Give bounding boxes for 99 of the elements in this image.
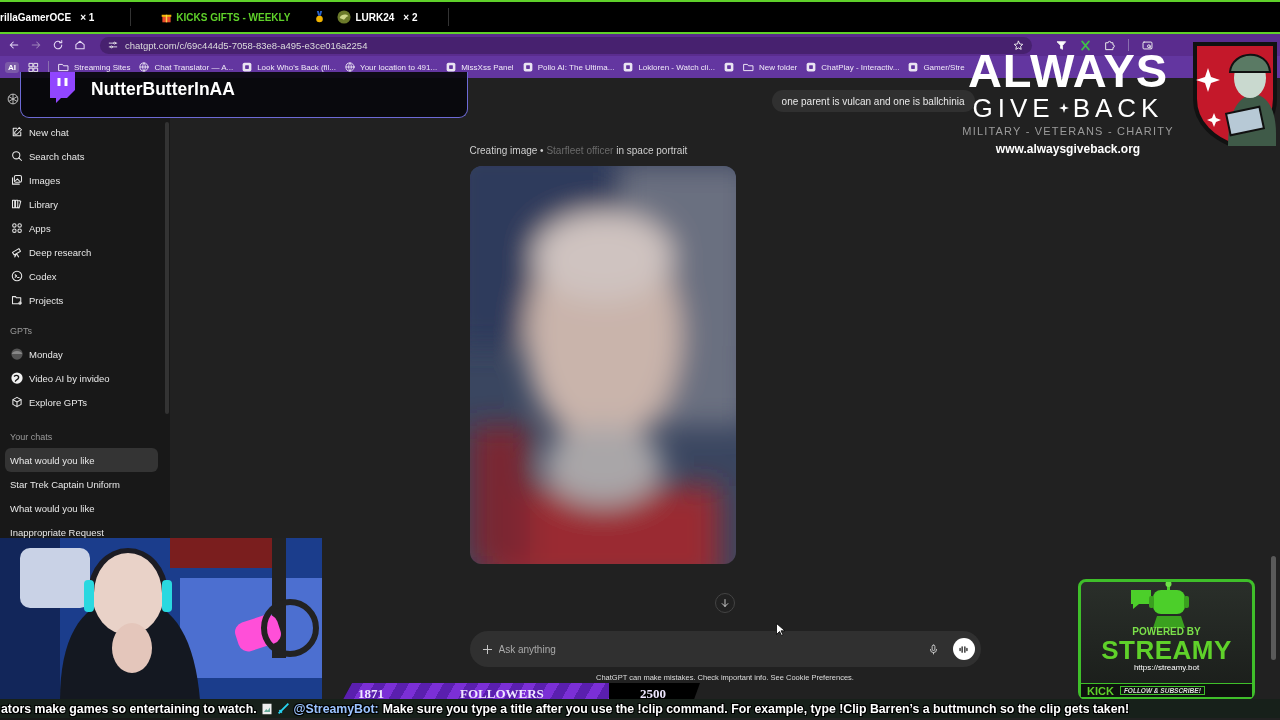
user-label: rillaGamerOCE xyxy=(0,11,72,23)
search-icon xyxy=(11,150,23,162)
follower-count: 1871 xyxy=(358,686,384,702)
image-status: Creating image • Starfleet officer in space portrait xyxy=(469,145,688,157)
home-icon xyxy=(74,39,86,51)
gpt-item[interactable]: Monday xyxy=(0,342,170,366)
site-icon xyxy=(724,62,735,72)
nav-item[interactable]: Codex xyxy=(0,264,170,288)
logo-word: GIVE xyxy=(972,94,1055,122)
nav-item[interactable]: Projects xyxy=(0,288,170,312)
section-heading: Your chats xyxy=(9,431,54,444)
books-icon xyxy=(11,198,23,210)
medal-icon xyxy=(314,11,326,23)
ticker-text: Make sure you type a title after you use the !clip command. For example, type !Clip Barren’s a buttmunch so the clip gets taken! xyxy=(382,701,1130,716)
section-heading: GPTs xyxy=(9,325,33,338)
platform-label: KICK xyxy=(1087,684,1114,697)
forward-icon xyxy=(30,39,42,51)
bookmark[interactable]: ChatPlay - Interactiv... xyxy=(806,62,900,72)
multiplier-count: × 2 xyxy=(403,11,418,23)
bookmark[interactable]: Look Who's Back (fil... xyxy=(242,62,337,72)
globe-icon xyxy=(345,62,356,72)
apps-icon xyxy=(11,222,23,234)
site-icon xyxy=(623,62,634,72)
sparkle-icon xyxy=(1058,103,1069,113)
twitch-logo-icon xyxy=(47,72,75,103)
site-icon xyxy=(908,62,919,72)
bookmark[interactable]: Chat Translator — A... xyxy=(139,62,234,72)
message-composer[interactable]: Ask anything xyxy=(469,631,981,667)
lurk-label: LURK24 xyxy=(355,11,395,23)
scrollbar-thumb[interactable] xyxy=(1271,556,1276,660)
microphone-button[interactable] xyxy=(927,643,939,655)
avatar-icon xyxy=(337,10,352,24)
bookmark[interactable]: Gamer/Stre xyxy=(908,62,965,72)
gpt-item[interactable]: Video AI by invideo xyxy=(0,366,170,390)
waveform-icon xyxy=(958,643,969,655)
site-icon xyxy=(806,62,817,72)
bookmark[interactable]: Pollo AI: The Ultima... xyxy=(522,62,615,72)
add-button[interactable] xyxy=(481,643,493,655)
sword-icon xyxy=(276,702,290,715)
multiplier-count: × 1 xyxy=(80,11,95,23)
globe-icon xyxy=(139,62,150,72)
images-icon xyxy=(11,174,23,186)
nav-item[interactable]: Library xyxy=(0,192,170,216)
logo-word: BACK xyxy=(1072,94,1164,122)
chat-item[interactable]: What would you like xyxy=(5,448,158,472)
user-message: one parent is vulcan and one is ballchinia xyxy=(771,90,975,112)
microphone-icon xyxy=(927,643,939,655)
goal-label: KICKS GIFTS - WEEKLY xyxy=(176,11,291,23)
goal-label: FOLLOWERS xyxy=(460,686,544,702)
folder-icon xyxy=(58,61,69,73)
back-icon xyxy=(8,39,20,51)
site-icon xyxy=(446,62,457,72)
cube-icon xyxy=(11,396,23,408)
goal-target: 2500 xyxy=(640,686,666,702)
folder-icon xyxy=(11,294,23,306)
brand-name: STREAMY xyxy=(1101,637,1232,663)
gpt-item[interactable]: Explore GPTs xyxy=(0,390,170,414)
plus-icon xyxy=(481,643,493,655)
logo-tagline: MILITARY - VETERANS - CHARITY xyxy=(962,125,1174,137)
bookmark[interactable]: AI xyxy=(5,61,19,73)
bookmark[interactable]: Lokloren - Watch cli... xyxy=(623,62,716,72)
apps-icon xyxy=(28,61,39,73)
folder-icon xyxy=(743,61,755,73)
nav-item[interactable]: Images xyxy=(0,168,170,192)
streamer-name: NutterButterInAA xyxy=(91,79,235,100)
scroll-down-button[interactable] xyxy=(715,593,735,613)
chat-mention: @StreamyBot: xyxy=(293,701,379,716)
bookmark[interactable] xyxy=(724,62,735,72)
website-url: www.alwaysgiveback.org xyxy=(995,142,1141,156)
chat-item[interactable]: Inappropriate Request xyxy=(5,526,158,538)
nav-item[interactable]: New chat xyxy=(0,120,170,144)
nav-item[interactable]: Apps xyxy=(0,216,170,240)
address-bar[interactable]: chatgpt.com/c/69c444d5-7058-83e8-a495-e3ce016a2254 xyxy=(100,36,1032,54)
voice-button[interactable] xyxy=(952,638,975,660)
arrow-down-icon xyxy=(720,598,730,608)
terminal-icon xyxy=(11,270,23,282)
chat-item[interactable]: What would you like xyxy=(5,502,158,514)
nav-item[interactable]: Deep research xyxy=(0,240,170,264)
message-field[interactable]: Ask anything xyxy=(498,641,922,657)
compose-icon xyxy=(11,126,23,138)
reload-icon xyxy=(52,39,64,51)
chat-item[interactable]: Star Trek Captain Uniform xyxy=(5,478,158,490)
nav-item[interactable]: Search chats xyxy=(0,144,170,168)
site-icon xyxy=(242,62,253,72)
bookmark[interactable]: Your location to 491... xyxy=(345,62,438,72)
avatar-icon xyxy=(11,348,23,360)
cursor-icon xyxy=(776,623,785,636)
swirl-icon xyxy=(11,372,23,384)
site-icon xyxy=(522,62,533,72)
bookmark[interactable]: Streaming Sites xyxy=(58,61,131,73)
ticker-text: ators make games so entertaining to watch. xyxy=(1,701,257,716)
website-url: https://streamy.bot xyxy=(1133,663,1200,673)
telescope-icon xyxy=(11,246,23,258)
site-info-icon xyxy=(108,40,118,50)
bookmark[interactable]: MissXss Panel xyxy=(446,62,514,72)
bookmark[interactable]: New folder xyxy=(743,61,798,73)
powered-by-label: POWERED BY xyxy=(1132,626,1201,637)
image-icon xyxy=(260,702,273,715)
logo-icon xyxy=(7,93,19,105)
